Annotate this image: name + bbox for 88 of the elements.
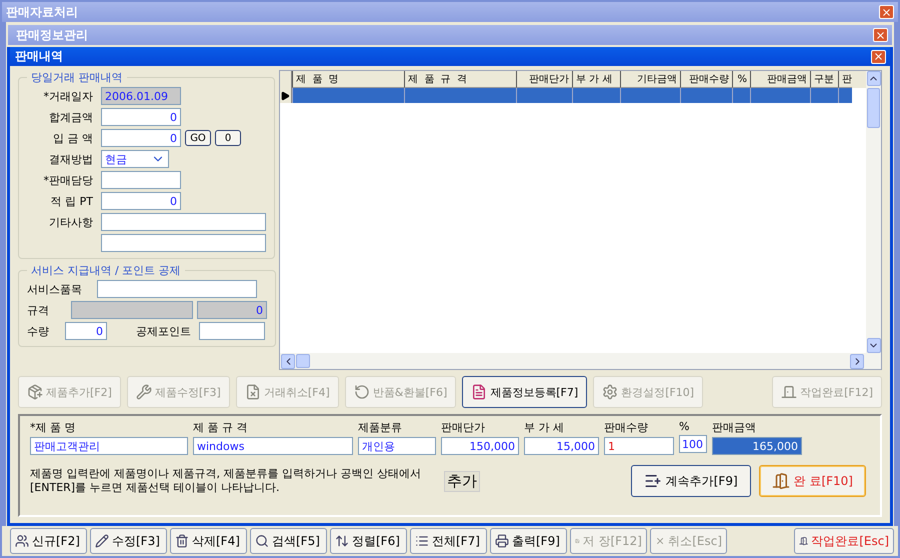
wrench-icon — [136, 384, 152, 400]
scroll-thumb[interactable] — [296, 354, 310, 368]
close-icon — [875, 30, 886, 40]
field-label: 결재방법 — [48, 152, 94, 166]
window-title: 판매정보관리 — [16, 26, 88, 44]
action-button[interactable]: 제품정보등록[F7] — [462, 376, 588, 408]
field-label: 제 품 규 격 — [193, 420, 248, 435]
window-title: 판매자료처리 — [6, 4, 78, 20]
trash-icon — [175, 534, 189, 548]
printer-icon — [495, 534, 509, 548]
toolbar-button[interactable]: 검색[F5] — [250, 528, 327, 554]
amount-field[interactable]: 0 — [101, 129, 181, 147]
search-icon — [255, 534, 269, 548]
close-button[interactable] — [871, 50, 886, 64]
field-label: 규격 — [27, 302, 50, 318]
entry-field[interactable]: 개인용 — [358, 437, 436, 455]
toolbar-button[interactable]: 삭제[F4] — [170, 528, 247, 554]
field-label: 판매단가 — [441, 420, 486, 435]
entry-field[interactable]: 판매고객관리 — [30, 437, 188, 455]
toolbar-button[interactable]: 수정[F3] — [90, 528, 167, 554]
close-icon — [873, 51, 884, 62]
vertical-scrollbar[interactable] — [866, 71, 881, 353]
text-field[interactable] — [101, 171, 181, 189]
field-label: *거래일자 — [42, 88, 94, 104]
pencil-icon — [95, 534, 109, 548]
toolbar-button[interactable]: 정렬[F6] — [330, 528, 407, 554]
mode-label: 추가 — [444, 470, 480, 492]
toolbar-button[interactable]: 신규[F2] — [10, 528, 87, 554]
list-plus-icon — [644, 472, 662, 490]
field-label: 합계금액 — [48, 110, 94, 124]
toolbar-button[interactable]: 작업완료[Esc] — [794, 528, 894, 554]
package-icon — [27, 384, 43, 400]
quantity-field[interactable]: 0 — [65, 322, 107, 340]
entry-field[interactable]: 15,000 — [524, 437, 599, 455]
small-button[interactable]: GO — [185, 130, 211, 146]
toolbar-button[interactable]: 전체[F7] — [410, 528, 487, 554]
field-label: 입 금 액 — [52, 130, 94, 146]
horizontal-scrollbar[interactable] — [280, 353, 881, 369]
entry-field[interactable]: 100 — [679, 435, 707, 453]
entry-field[interactable]: 165,000 — [712, 437, 802, 455]
field-label: 판매금액 — [712, 420, 757, 435]
text-field[interactable] — [97, 280, 257, 298]
close-button[interactable] — [873, 28, 888, 42]
field-label: 기타사항 — [48, 214, 94, 230]
sort-icon — [335, 534, 349, 548]
field-label: 서비스품목 — [27, 282, 83, 296]
door-icon — [781, 384, 798, 400]
field-label: 판매수량 — [604, 420, 649, 435]
payment-dropdown[interactable]: 현금 — [101, 150, 169, 168]
field-label: *판매담당 — [42, 172, 94, 188]
users-icon — [15, 534, 29, 548]
toolbar-button[interactable]: 출력[F9] — [490, 528, 567, 554]
memo-field[interactable] — [101, 234, 266, 252]
field-label: 적 립 PT — [50, 194, 94, 208]
entry-field[interactable]: 150,000 — [441, 437, 519, 455]
list-icon — [415, 534, 429, 548]
memo-field[interactable] — [101, 213, 266, 231]
field-label: 부 가 세 — [524, 420, 565, 435]
amount-field[interactable]: 0 — [101, 108, 181, 126]
gear-icon — [602, 384, 618, 400]
command-button[interactable]: 완 료[F10] — [758, 465, 866, 497]
file-x-icon — [244, 384, 261, 400]
entry-field[interactable]: windows — [193, 437, 353, 455]
scroll-thumb[interactable] — [867, 88, 880, 128]
small-button[interactable]: 0 — [215, 130, 241, 146]
spec-field[interactable] — [71, 301, 193, 319]
command-button[interactable]: 계속추가[F9] — [630, 465, 751, 497]
spec-field[interactable]: 0 — [197, 301, 267, 319]
group-title: 당일거래 판매내역 — [30, 70, 124, 85]
door-icon — [772, 472, 790, 490]
door-icon — [799, 534, 808, 548]
document-icon — [471, 384, 488, 400]
close-icon — [881, 6, 892, 18]
field-label: 공제포인트 — [135, 324, 192, 338]
field-label: 제품분류 — [358, 420, 403, 435]
points-field[interactable] — [199, 322, 265, 340]
row-pointer-icon — [280, 90, 290, 100]
field-label: 수량 — [27, 324, 50, 338]
entry-field[interactable]: 1 — [604, 437, 674, 455]
close-button[interactable] — [879, 5, 894, 19]
field-label: *제 품 명 — [30, 420, 76, 435]
group-title: 서비스 지급내역 / 포인트 공제 — [30, 263, 182, 278]
amount-field[interactable]: 0 — [101, 192, 181, 210]
field-label: % — [679, 420, 690, 433]
help-text: 제품명 입력란에 제품명이나 제품규격, 제품분류를 입력하거나 공백인 상태에서 [ENTER]를 누르면 제품선택 테이블이 나타납니다. — [30, 467, 422, 495]
date-field[interactable]: 2006.01.09 — [101, 87, 181, 105]
dialog-title: 판매내역 — [15, 48, 63, 65]
rotate-icon — [354, 384, 370, 400]
